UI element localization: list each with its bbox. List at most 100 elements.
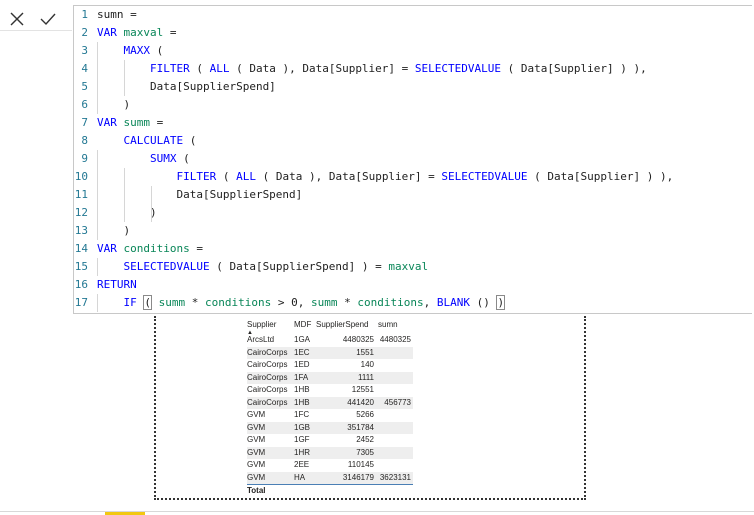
code-text: ) bbox=[97, 206, 157, 219]
code-text: ) bbox=[97, 224, 131, 237]
code-text: FILTER ( ALL ( Data ), Data[Supplier] = … bbox=[176, 170, 674, 183]
column-header-supplier[interactable]: Supplier bbox=[247, 320, 276, 329]
cell-mdf: 1FC bbox=[294, 410, 310, 419]
table-body: ArcsLtd 1GA 4480325 4480325 CairoCorps 1EC 155… bbox=[247, 334, 413, 485]
table-row[interactable]: ArcsLtd 1GA 4480325 4480325 bbox=[247, 334, 413, 347]
code-text: FILTER ( ALL ( Data ), Data[Supplier] = … bbox=[149, 62, 647, 75]
total-label: Total bbox=[247, 486, 266, 495]
code-line[interactable]: 8 CALCULATE ( bbox=[74, 132, 752, 150]
cell-mdf: 1ED bbox=[294, 360, 310, 369]
code-text: ) bbox=[97, 98, 131, 111]
table-visual[interactable]: Supplier ▲ MDF SupplierSpend sumn ArcsLt… bbox=[154, 316, 586, 500]
column-header-supplierspend[interactable]: SupplierSpend bbox=[316, 320, 368, 329]
table-row[interactable]: GVM 1GF 2452 bbox=[247, 434, 413, 447]
cell-supplierspend: 110145 bbox=[347, 460, 374, 469]
cell-supplierspend: 5266 bbox=[356, 410, 374, 419]
table-row[interactable]: GVM 2EE 110145 bbox=[247, 459, 413, 472]
table-row[interactable]: CairoCorps 1EC 1551 bbox=[247, 346, 413, 359]
line-number: 17 bbox=[74, 296, 88, 309]
cell-mdf: 1GF bbox=[294, 435, 310, 444]
code-text: IF ( summ * conditions > 0, summ * condi… bbox=[123, 295, 506, 310]
code-line[interactable]: 6 ) bbox=[74, 96, 752, 114]
line-number: 4 bbox=[81, 62, 88, 75]
commit-button[interactable] bbox=[35, 6, 61, 32]
code-line[interactable]: 13 ) bbox=[74, 222, 752, 240]
code-text: VAR conditions = bbox=[97, 242, 203, 255]
cell-mdf: 1GA bbox=[294, 335, 311, 344]
cell-sumn: 456773 bbox=[384, 397, 411, 407]
table-total-row: Total bbox=[247, 485, 413, 498]
code-line[interactable]: 11 Data[SupplierSpend] bbox=[74, 186, 752, 204]
dax-formula-editor[interactable]: 1 sumn = 2 VAR maxval = 3 MAXX (4 FILTER ( A… bbox=[73, 5, 752, 314]
code-text: CALCULATE ( bbox=[123, 134, 197, 147]
table-row[interactable]: GVM HA 3146179 3623131 bbox=[247, 471, 413, 485]
table-row[interactable]: CairoCorps 1HB 12551 bbox=[247, 384, 413, 397]
cell-mdf: 1HB bbox=[294, 385, 310, 394]
table-row[interactable]: GVM 1GB 351784 bbox=[247, 421, 413, 434]
table-row[interactable]: CairoCorps 1FA 1111 bbox=[247, 371, 413, 384]
cancel-button[interactable] bbox=[4, 6, 30, 32]
line-number: 10 bbox=[74, 170, 88, 183]
code-line[interactable]: 9 SUMX ( bbox=[74, 150, 752, 168]
cell-supplierspend: 3146179 bbox=[342, 472, 374, 482]
line-number: 15 bbox=[74, 260, 88, 273]
cell-supplier: GVM bbox=[247, 435, 266, 444]
cell-supplier: GVM bbox=[247, 422, 266, 432]
code-line[interactable]: 12 ) bbox=[74, 204, 752, 222]
cell-sumn: 3623131 bbox=[379, 472, 411, 482]
code-line[interactable]: 15 SELECTEDVALUE ( Data[SupplierSpend] )… bbox=[74, 258, 752, 276]
line-number: 16 bbox=[74, 278, 88, 291]
column-header-sumn[interactable]: sumn bbox=[378, 320, 398, 329]
line-number: 3 bbox=[81, 44, 88, 57]
cell-supplierspend: 441420 bbox=[347, 397, 374, 407]
checkmark-icon bbox=[40, 13, 56, 26]
table-row[interactable]: CairoCorps 1HB 441420 456773 bbox=[247, 396, 413, 409]
cell-supplier: CairoCorps bbox=[247, 360, 288, 369]
code-line[interactable]: 2 VAR maxval = bbox=[74, 24, 752, 42]
column-header-mdf[interactable]: MDF bbox=[294, 320, 311, 329]
code-line[interactable]: 17 IF ( summ * conditions > 0, summ * co… bbox=[74, 294, 752, 312]
code-line[interactable]: 1 sumn = bbox=[74, 6, 752, 24]
code-text: SUMX ( bbox=[149, 152, 190, 165]
cell-supplier: GVM bbox=[247, 410, 266, 419]
cell-supplierspend: 2452 bbox=[356, 435, 374, 444]
cell-supplierspend: 7305 bbox=[356, 447, 374, 457]
table-row[interactable]: GVM 1HR 7305 bbox=[247, 446, 413, 459]
line-number: 6 bbox=[81, 98, 88, 111]
formula-bar-divider bbox=[0, 30, 72, 31]
code-text: VAR maxval = bbox=[97, 26, 177, 39]
cell-mdf: 2EE bbox=[294, 460, 310, 469]
cell-mdf: 1EC bbox=[294, 347, 310, 357]
line-number: 8 bbox=[81, 134, 88, 147]
code-line[interactable]: 7 VAR summ = bbox=[74, 114, 752, 132]
code-line[interactable]: 3 MAXX ( bbox=[74, 42, 752, 60]
code-line[interactable]: 10 FILTER ( ALL ( Data ), Data[Supplier]… bbox=[74, 168, 752, 186]
cell-supplierspend: 4480325 bbox=[342, 335, 374, 344]
code-line[interactable]: 4 FILTER ( ALL ( Data ), Data[Supplier] … bbox=[74, 60, 752, 78]
code-line[interactable]: 14 VAR conditions = bbox=[74, 240, 752, 258]
cell-supplierspend: 351784 bbox=[347, 422, 374, 432]
cell-sumn: 4480325 bbox=[379, 335, 411, 344]
cell-supplierspend: 140 bbox=[360, 360, 374, 369]
cell-supplier: GVM bbox=[247, 460, 266, 469]
cell-supplierspend: 1551 bbox=[356, 347, 374, 357]
code-text: Data[SupplierSpend] bbox=[97, 80, 276, 93]
code-text: Data[SupplierSpend] bbox=[97, 188, 303, 201]
cell-supplier: CairoCorps bbox=[247, 347, 288, 357]
cell-supplier: GVM bbox=[247, 472, 266, 482]
cell-mdf: HA bbox=[294, 472, 306, 482]
table-row[interactable]: GVM 1FC 5266 bbox=[247, 409, 413, 422]
code-line[interactable]: 16 RETURN bbox=[74, 276, 752, 294]
cell-supplier: GVM bbox=[247, 447, 266, 457]
code-text: SELECTEDVALUE ( Data[SupplierSpend] ) = … bbox=[123, 260, 429, 273]
line-number: 7 bbox=[81, 116, 88, 129]
cell-supplier: CairoCorps bbox=[247, 397, 288, 407]
table-row[interactable]: CairoCorps 1ED 140 bbox=[247, 359, 413, 372]
cell-supplier: ArcsLtd bbox=[247, 335, 275, 344]
line-number: 14 bbox=[74, 242, 88, 255]
code-text: VAR summ = bbox=[97, 116, 164, 129]
code-line[interactable]: 5 Data[SupplierSpend] bbox=[74, 78, 752, 96]
line-number: 2 bbox=[81, 26, 88, 39]
table-header: Supplier ▲ MDF SupplierSpend sumn bbox=[247, 320, 413, 336]
code-text: MAXX ( bbox=[123, 44, 164, 57]
